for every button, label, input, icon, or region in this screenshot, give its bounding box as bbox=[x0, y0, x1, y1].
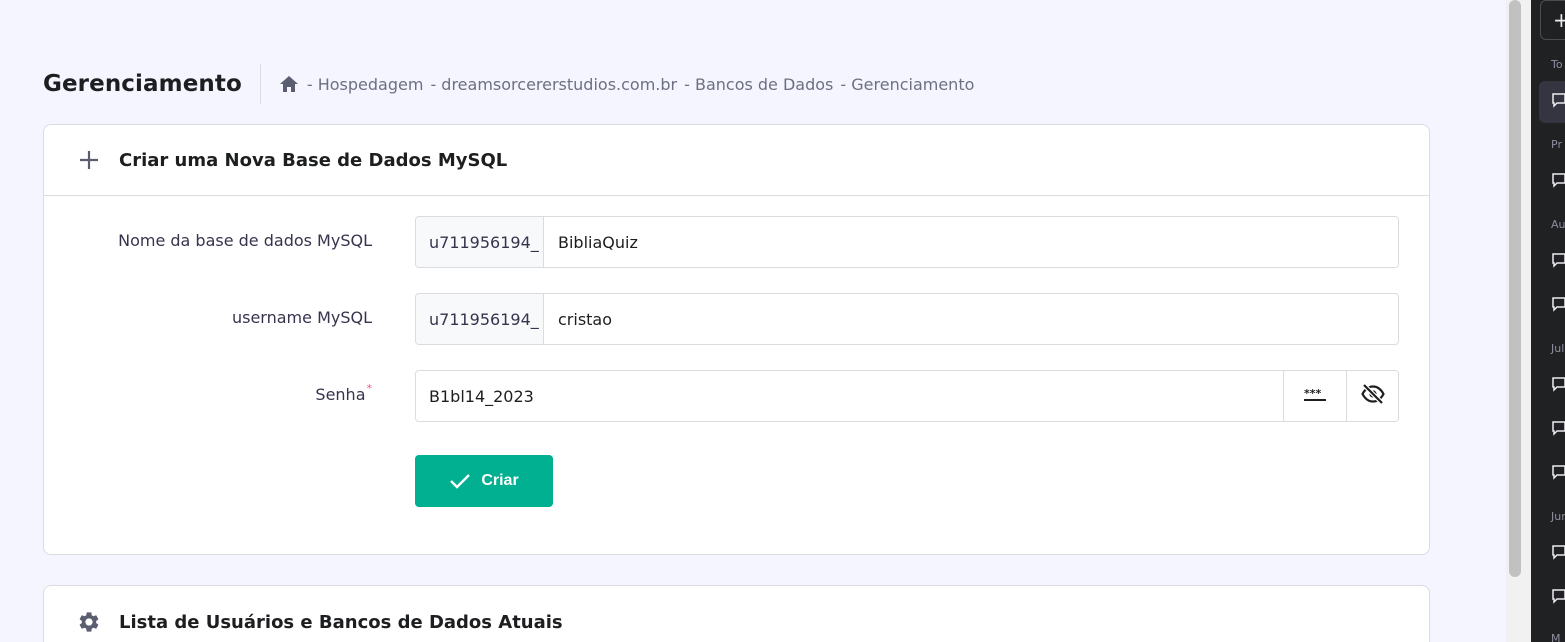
chat-item[interactable] bbox=[1539, 453, 1565, 495]
chat-bubble-icon bbox=[1551, 464, 1565, 484]
check-icon bbox=[449, 473, 471, 489]
password-row: Senha* *** bbox=[44, 370, 1429, 422]
list-card-header[interactable]: Lista de Usuários e Bancos de Dados Atua… bbox=[44, 586, 1429, 642]
section-label-july: Jul bbox=[1551, 342, 1565, 355]
section-label-june: Jun bbox=[1551, 510, 1565, 523]
db-name-row: Nome da base de dados MySQL u711956194_ bbox=[44, 216, 1429, 268]
chat-bubble-icon bbox=[1551, 588, 1565, 608]
username-prefix: u711956194_ bbox=[416, 294, 544, 344]
create-database-title: Criar uma Nova Base de Dados MySQL bbox=[119, 149, 508, 171]
chat-bubble-icon bbox=[1551, 544, 1565, 564]
asterisks-icon: *** bbox=[1303, 387, 1327, 406]
chat-history-panel: + To Pr Au Jul Jun M bbox=[1531, 0, 1565, 642]
create-database-card: Criar uma Nova Base de Dados MySQL Nome … bbox=[43, 124, 1430, 555]
chat-item[interactable] bbox=[1539, 365, 1565, 407]
breadcrumb: - Hospedagem - dreamsorcererstudios.com.… bbox=[279, 74, 982, 94]
db-name-label: Nome da base de dados MySQL bbox=[118, 231, 372, 250]
section-label-previous: Pr bbox=[1551, 138, 1562, 151]
username-row: username MySQL u711956194_ bbox=[44, 293, 1429, 345]
generate-password-button[interactable]: *** bbox=[1283, 371, 1346, 421]
page-scrollbar[interactable] bbox=[1506, 0, 1531, 642]
db-name-input-group: u711956194_ bbox=[415, 216, 1399, 268]
db-name-prefix: u711956194_ bbox=[416, 217, 544, 267]
main-content: Gerenciamento - Hospedagem - dreamsorcer… bbox=[0, 0, 1506, 642]
db-name-input[interactable] bbox=[544, 217, 1398, 267]
chat-item[interactable] bbox=[1539, 81, 1565, 123]
chat-bubble-icon bbox=[1551, 172, 1565, 192]
home-icon[interactable] bbox=[279, 74, 299, 94]
chat-bubble-icon bbox=[1551, 296, 1565, 316]
password-label-text: Senha bbox=[315, 385, 366, 404]
page-title: Gerenciamento bbox=[43, 71, 242, 97]
header-divider bbox=[259, 64, 261, 104]
section-label-august: Au bbox=[1551, 218, 1565, 231]
password-label: Senha* bbox=[315, 370, 372, 422]
scrollbar-thumb[interactable] bbox=[1509, 0, 1521, 577]
breadcrumb-hospedagem[interactable]: - Hospedagem bbox=[307, 75, 424, 94]
new-chat-button[interactable]: + bbox=[1540, 0, 1565, 40]
password-input-group: *** bbox=[415, 370, 1399, 422]
chat-bubble-icon bbox=[1551, 92, 1565, 112]
gear-icon bbox=[77, 610, 101, 634]
eye-off-icon bbox=[1360, 383, 1385, 409]
list-card-title: Lista de Usuários e Bancos de Dados Atua… bbox=[119, 611, 563, 633]
chat-item[interactable] bbox=[1539, 409, 1565, 451]
section-label-today: To bbox=[1551, 58, 1563, 71]
username-input-group: u711956194_ bbox=[415, 293, 1399, 345]
chat-item[interactable] bbox=[1539, 577, 1565, 619]
create-button[interactable]: Criar bbox=[415, 455, 553, 507]
breadcrumb-databases[interactable]: - Bancos de Dados bbox=[684, 75, 833, 94]
toggle-password-visibility-button[interactable] bbox=[1346, 371, 1398, 421]
breadcrumb-management: - Gerenciamento bbox=[840, 74, 975, 94]
password-input[interactable] bbox=[416, 371, 1283, 421]
create-button-label: Criar bbox=[481, 472, 519, 489]
section-label-may: M bbox=[1551, 632, 1561, 642]
chat-item[interactable] bbox=[1539, 285, 1565, 327]
users-databases-list-card: Lista de Usuários e Bancos de Dados Atua… bbox=[43, 585, 1430, 642]
chat-bubble-icon bbox=[1551, 252, 1565, 272]
chat-bubble-icon bbox=[1551, 420, 1565, 440]
breadcrumb-domain[interactable]: - dreamsorcererstudios.com.br bbox=[430, 75, 677, 94]
page-header: Gerenciamento - Hospedagem - dreamsorcer… bbox=[43, 64, 981, 104]
username-input[interactable] bbox=[544, 294, 1398, 344]
chat-bubble-icon bbox=[1551, 376, 1565, 396]
chat-item[interactable] bbox=[1539, 533, 1565, 575]
create-database-header[interactable]: Criar uma Nova Base de Dados MySQL bbox=[44, 125, 1429, 196]
username-label: username MySQL bbox=[231, 308, 372, 327]
required-marker: * bbox=[366, 382, 373, 395]
plus-icon bbox=[77, 148, 101, 172]
svg-text:***: *** bbox=[1304, 388, 1322, 400]
chat-item[interactable] bbox=[1539, 241, 1565, 283]
chat-item[interactable] bbox=[1539, 161, 1565, 203]
